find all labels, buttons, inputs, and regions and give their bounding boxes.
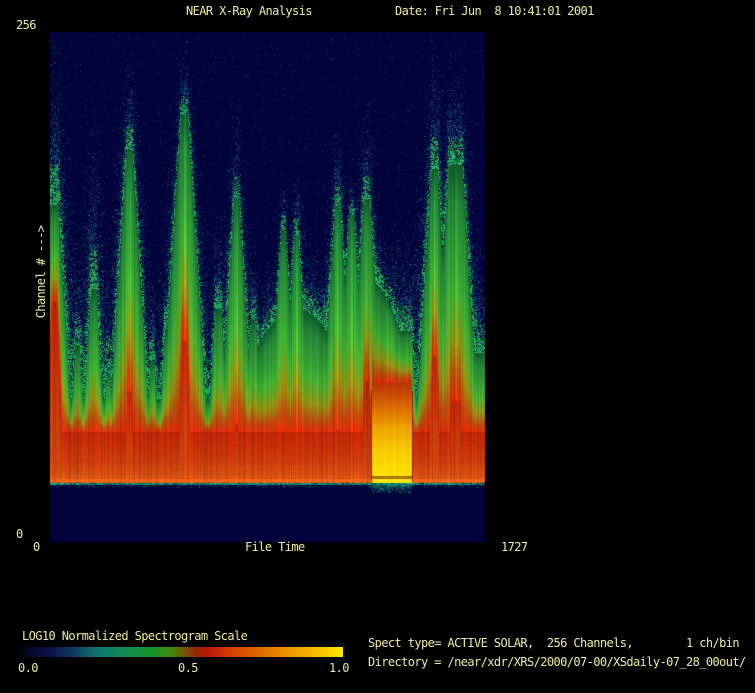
y-axis-max-label: 256 [16, 19, 36, 32]
y-axis-min-label: 0 [16, 528, 23, 541]
app-window: NEAR X-Ray Analysis Date: Fri Jun 8 10:4… [0, 0, 755, 693]
colorbar-tick-max: 1.0 [329, 662, 349, 675]
colorbar-label: LOG10 Normalized Spectrogram Scale [22, 630, 247, 643]
colorbar-tick-mid: 0.5 [178, 662, 198, 675]
spect-type-text: Spect type= ACTIVE SOLAR, 256 Channels, … [368, 637, 739, 650]
page-title: NEAR X-Ray Analysis [186, 5, 312, 18]
y-axis-title: Channel # ---> [34, 226, 48, 319]
x-axis-max-label: 1727 [501, 541, 528, 554]
spectrogram-canvas [50, 32, 485, 542]
directory-text: Directory = /near/xdr/XRS/2000/07-00/XSd… [368, 656, 746, 669]
spectrogram-plot [50, 32, 485, 542]
date-text: Date: Fri Jun 8 10:41:01 2001 [395, 5, 594, 18]
x-axis-title: File Time [245, 541, 305, 554]
colorbar-gradient [22, 647, 343, 657]
colorbar-tick-min: 0.0 [18, 662, 38, 675]
x-axis-min-label: 0 [33, 541, 40, 554]
